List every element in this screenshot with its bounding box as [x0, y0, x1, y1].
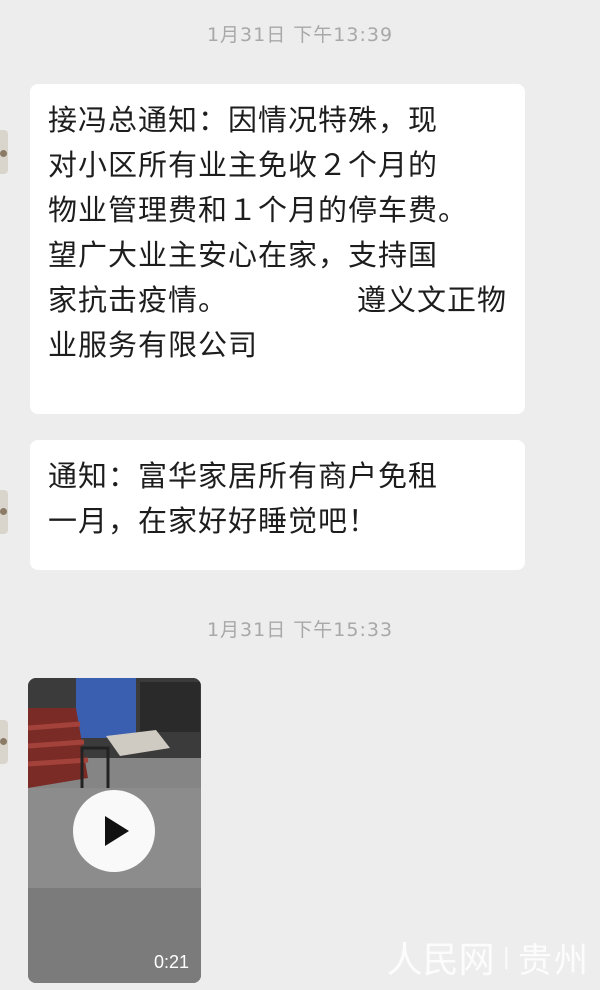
- avatar-detail: [0, 508, 7, 515]
- message-line: 望广大业主安心在家，支持国: [48, 238, 439, 272]
- message-text: 家抗击疫情。: [48, 283, 229, 317]
- message-timestamp: 1月31日 下午13:39: [206, 24, 394, 46]
- message-line: 家抗击疫情。 遵义文正物: [48, 278, 507, 323]
- message-bubble[interactable]: 通知：富华家居所有商户免租 一月，在家好好睡觉吧！: [30, 440, 525, 570]
- watermark-separator: |: [502, 944, 510, 970]
- avatar-detail: [0, 738, 7, 745]
- message-line: 物业管理费和１个月的停车费。: [48, 193, 469, 227]
- watermark-region: 贵州: [518, 940, 590, 981]
- message-bubble[interactable]: 接冯总通知：因情况特殊，现 对小区所有业主免收２个月的 物业管理费和１个月的停车…: [30, 84, 525, 414]
- play-button[interactable]: [73, 790, 155, 872]
- message-line: 接冯总通知：因情况特殊，现: [48, 103, 439, 137]
- message-line: 通知：富华家居所有商户免租: [48, 459, 439, 493]
- video-message[interactable]: 0:21: [28, 678, 201, 983]
- message-line: 业服务有限公司: [48, 328, 259, 362]
- message-timestamp: 1月31日 下午15:33: [206, 619, 394, 641]
- avatar-detail: [0, 150, 7, 157]
- video-duration: 0:21: [153, 952, 189, 972]
- message-line: 对小区所有业主免收２个月的: [48, 148, 439, 182]
- watermark: 人民网 | 贵州: [387, 932, 590, 982]
- message-line: 一月，在家好好睡觉吧！: [48, 504, 379, 538]
- watermark-logo: 人民网: [386, 940, 495, 981]
- play-icon: [105, 816, 129, 846]
- message-signature: 遵义文正物: [356, 283, 507, 317]
